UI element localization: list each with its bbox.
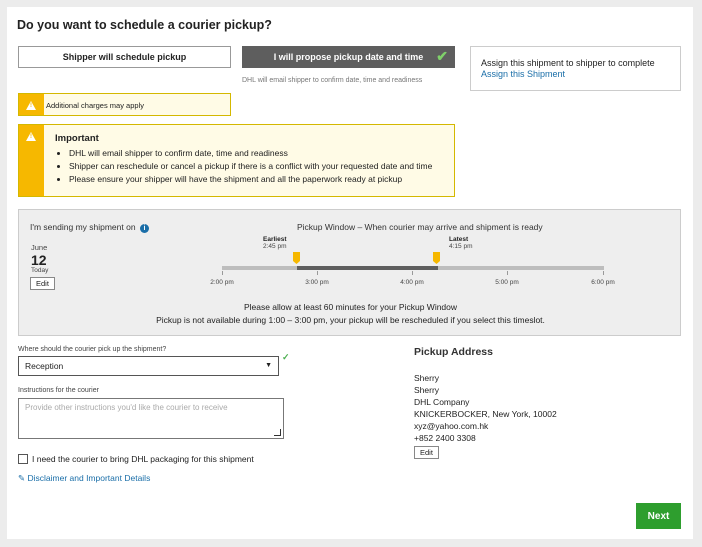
charges-notice: ! Additional charges may apply [18, 93, 231, 116]
propose-pickup-option[interactable]: I will propose pickup date and time ✔ [242, 46, 455, 68]
tick-label: 4:00 pm [400, 279, 424, 286]
date-day: 12 [31, 252, 47, 268]
important-title: Important [55, 133, 99, 144]
address-company: DHL Company [414, 397, 470, 407]
assign-shipment-link[interactable]: Assign this Shipment [481, 69, 670, 79]
latest-slider-handle[interactable] [433, 252, 440, 264]
pickup-address-title: Pickup Address [414, 346, 493, 358]
tick-label: 5:00 pm [495, 279, 519, 286]
latest-label: Latest [449, 236, 469, 243]
important-item: Shipper can reschedule or cancel a picku… [69, 160, 432, 173]
edit-date-button[interactable]: Edit [30, 277, 55, 290]
important-item: DHL will email shipper to confirm date, … [69, 147, 432, 160]
latest-marker: Latest 4:15 pm [449, 236, 473, 250]
schedule-pickup-card: Do you want to schedule a courier pickup… [7, 7, 693, 539]
edit-pencil-icon: ✎ [18, 473, 26, 483]
tick-mark [317, 271, 318, 275]
time-slider-selection [297, 266, 438, 270]
pickup-location-value: Reception [25, 361, 64, 371]
warning-bar: ! [19, 125, 44, 196]
address-phone: +852 2400 3308 [414, 433, 476, 443]
pickup-location-label: Where should the courier pick up the shi… [18, 346, 167, 353]
earliest-marker: Earliest 2:45 pm [263, 236, 287, 250]
info-icon[interactable]: i [139, 224, 149, 233]
important-list: DHL will email shipper to confirm date, … [69, 147, 432, 186]
earliest-slider-handle[interactable] [293, 252, 300, 264]
assign-shipment-box: Assign this shipment to shipper to compl… [470, 46, 681, 91]
assign-text: Assign this shipment to shipper to compl… [481, 58, 655, 68]
next-button[interactable]: Next [636, 503, 681, 529]
date-today: Today [31, 267, 49, 274]
shipper-schedules-option[interactable]: Shipper will schedule pickup [18, 46, 231, 68]
window-note: Please allow at least 60 minutes for you… [243, 302, 458, 312]
packaging-checkbox[interactable] [18, 454, 28, 464]
disclaimer-text: Disclaimer and Important Details [27, 473, 151, 483]
caret-down-icon: ▼ [265, 362, 272, 369]
sending-date-label: I'm sending my shipment on i [30, 222, 149, 233]
disclaimer-link[interactable]: ✎ Disclaimer and Important Details [18, 473, 150, 484]
important-notice: ! Important DHL will email shipper to co… [18, 124, 455, 197]
tick-label: 6:00 pm [591, 279, 615, 286]
instructions-textarea[interactable]: Provide other instructions you'd like th… [18, 398, 284, 439]
tick-mark [222, 271, 223, 275]
latest-time: 4:15 pm [449, 243, 473, 250]
packaging-label[interactable]: I need the courier to bring DHL packagin… [32, 454, 254, 464]
address-name: Sherry [414, 373, 440, 383]
check-icon: ✔ [436, 48, 448, 64]
edit-address-button[interactable]: Edit [414, 446, 439, 459]
earliest-time: 2:45 pm [263, 243, 287, 250]
tick-mark [507, 271, 508, 275]
address-email: xyz@yahoo.com.hk [414, 421, 489, 431]
pickup-address-details: Sherry Sherry DHL Company KNICKERBOCKER,… [414, 372, 557, 444]
warning-icon: ! [26, 101, 36, 110]
tick-mark [603, 271, 604, 275]
earliest-label: Earliest [263, 236, 287, 243]
date-month: June [31, 243, 48, 252]
warning-icon: ! [26, 132, 36, 141]
propose-pickup-label: I will propose pickup date and time [273, 52, 424, 62]
sending-label-text: I'm sending my shipment on [30, 222, 136, 232]
address-street: KNICKERBOCKER, New York, 10002 [414, 409, 557, 419]
valid-check-icon: ✓ [282, 352, 290, 362]
tick-label: 2:00 pm [210, 279, 234, 286]
warning-bar: ! [19, 94, 44, 115]
pickup-window-panel: I'm sending my shipment on i June 12 Tod… [18, 209, 681, 336]
tick-mark [412, 271, 413, 275]
important-item: Please ensure your shipper will have the… [69, 173, 432, 186]
address-contact: Sherry [414, 385, 440, 395]
instructions-placeholder: Provide other instructions you'd like th… [25, 403, 228, 412]
tick-label: 3:00 pm [305, 279, 329, 286]
propose-helper-text: DHL will email shipper to confirm date, … [242, 77, 423, 84]
unavailable-note: Pickup is not available during 1:00 – 3:… [156, 315, 545, 325]
page-title: Do you want to schedule a courier pickup… [17, 18, 272, 32]
charges-text: Additional charges may apply [46, 101, 144, 110]
resize-handle-icon[interactable] [274, 429, 281, 436]
pickup-location-select[interactable]: Reception ▼ [18, 356, 279, 376]
pickup-window-title: Pickup Window – When courier may arrive … [297, 222, 543, 232]
instructions-label: Instructions for the courier [18, 387, 99, 394]
